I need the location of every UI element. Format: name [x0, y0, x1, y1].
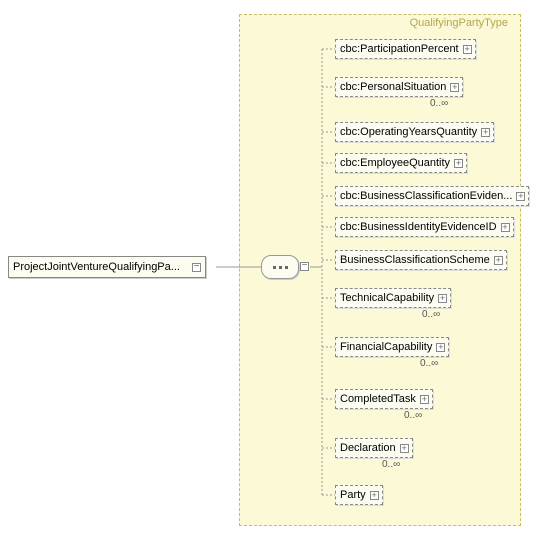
element-label: BusinessClassificationScheme [340, 254, 490, 266]
element-employee-quantity[interactable]: cbc:EmployeeQuantity [335, 153, 467, 173]
expand-icon[interactable] [463, 45, 472, 54]
expand-icon[interactable] [501, 223, 510, 232]
element-label: cbc:BusinessClassificationEviden... [340, 190, 512, 202]
element-label: cbc:ParticipationPercent [340, 43, 459, 55]
element-business-classification-scheme[interactable]: BusinessClassificationScheme [335, 250, 507, 270]
element-label: cbc:PersonalSituation [340, 81, 446, 93]
element-operating-years-quantity[interactable]: cbc:OperatingYearsQuantity [335, 122, 494, 142]
element-personal-situation[interactable]: cbc:PersonalSituation [335, 77, 463, 97]
expand-icon[interactable] [450, 83, 459, 92]
cardinality-label: 0..∞ [430, 98, 448, 109]
sequence-compositor[interactable] [261, 255, 299, 279]
expand-icon[interactable] [370, 491, 379, 500]
sequence-dots-icon [273, 266, 288, 269]
element-label: cbc:BusinessIdentityEvidenceID [340, 221, 497, 233]
element-financial-capability[interactable]: FinancialCapability [335, 337, 449, 357]
element-party[interactable]: Party [335, 485, 383, 505]
element-label: cbc:OperatingYearsQuantity [340, 126, 477, 138]
expand-icon[interactable] [454, 159, 463, 168]
element-label: cbc:EmployeeQuantity [340, 157, 450, 169]
cardinality-label: 0..∞ [404, 410, 422, 421]
expand-icon[interactable] [516, 192, 525, 201]
expand-icon[interactable] [481, 128, 490, 137]
element-business-identity-evidence-id[interactable]: cbc:BusinessIdentityEvidenceID [335, 217, 514, 237]
expand-icon[interactable] [400, 444, 409, 453]
root-element-node[interactable]: ProjectJointVentureQualifyingPa... [8, 256, 206, 278]
cardinality-label: 0..∞ [422, 309, 440, 320]
element-label: Declaration [340, 442, 396, 454]
expand-icon[interactable] [438, 294, 447, 303]
element-completed-task[interactable]: CompletedTask [335, 389, 433, 409]
expand-icon[interactable] [436, 343, 445, 352]
root-element-label: ProjectJointVentureQualifyingPa... [13, 261, 192, 273]
element-participation-percent[interactable]: cbc:ParticipationPercent [335, 39, 476, 59]
root-collapse-icon[interactable] [192, 263, 201, 272]
element-label: TechnicalCapability [340, 292, 434, 304]
element-label: FinancialCapability [340, 341, 432, 353]
sequence-collapse-icon[interactable] [300, 262, 309, 271]
cardinality-label: 0..∞ [382, 459, 400, 470]
expand-icon[interactable] [420, 395, 429, 404]
element-technical-capability[interactable]: TechnicalCapability [335, 288, 451, 308]
expand-icon[interactable] [494, 256, 503, 265]
element-label: Party [340, 489, 366, 501]
element-business-classification-evidence[interactable]: cbc:BusinessClassificationEviden... [335, 186, 529, 206]
element-declaration[interactable]: Declaration [335, 438, 413, 458]
element-label: CompletedTask [340, 393, 416, 405]
type-container-label: QualifyingPartyType [406, 13, 512, 33]
cardinality-label: 0..∞ [420, 358, 438, 369]
